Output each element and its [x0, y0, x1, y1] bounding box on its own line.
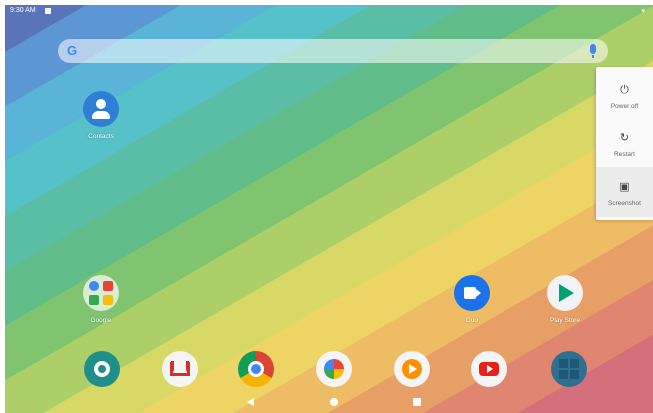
- mic-icon[interactable]: [590, 44, 596, 58]
- google-search-bar[interactable]: G: [58, 39, 608, 63]
- restart-icon: ↻: [619, 131, 630, 144]
- play-store-icon: [547, 275, 583, 311]
- status-time: 9:30 AM: [10, 7, 36, 14]
- restart-label: Restart: [614, 151, 635, 158]
- app-play-store[interactable]: Play Store: [539, 275, 591, 324]
- status-bar: 9:30 AM ▾: [5, 5, 653, 19]
- back-icon[interactable]: [247, 398, 254, 406]
- chrome-icon[interactable]: [238, 351, 274, 387]
- app-label: Duo: [466, 317, 478, 324]
- google-logo-icon: G: [67, 43, 78, 58]
- gmail-icon[interactable]: [162, 351, 198, 387]
- status-chevron-icon: ▾: [641, 8, 645, 15]
- settings-icon[interactable]: [84, 351, 120, 387]
- photos-icon[interactable]: [316, 351, 352, 387]
- youtube-icon[interactable]: [471, 351, 507, 387]
- google-folder-icon: [83, 275, 119, 311]
- power-off-button[interactable]: ⏻ Power off: [596, 70, 653, 120]
- recents-icon[interactable]: [413, 398, 421, 406]
- power-menu: ⏻ Power off ↻ Restart ▣ Screenshot: [596, 67, 653, 220]
- notification-icon: [45, 8, 51, 14]
- power-off-label: Power off: [610, 103, 639, 110]
- play-music-icon[interactable]: [394, 351, 430, 387]
- app-google-folder[interactable]: Google: [75, 275, 127, 324]
- app-label: Google: [90, 317, 112, 324]
- power-icon: ⏻: [620, 83, 629, 96]
- navigation-bar: [5, 393, 653, 413]
- app-duo[interactable]: Duo: [446, 275, 498, 324]
- screenshot-icon: ▣: [619, 180, 630, 193]
- app-contacts[interactable]: Contacts: [75, 91, 127, 140]
- duo-icon: [454, 275, 490, 311]
- app-label: Play Store: [550, 317, 580, 324]
- app-label: Contacts: [88, 133, 114, 140]
- home-screen: 9:30 AM ▾ G Contacts Google Duo Play Sto…: [5, 5, 653, 413]
- restart-button[interactable]: ↻ Restart: [596, 118, 653, 168]
- home-icon[interactable]: [330, 398, 338, 406]
- calculator-icon[interactable]: [551, 351, 587, 387]
- screenshot-label: Screenshot: [608, 200, 641, 207]
- screenshot-button[interactable]: ▣ Screenshot: [596, 167, 653, 217]
- contacts-icon: [83, 91, 119, 127]
